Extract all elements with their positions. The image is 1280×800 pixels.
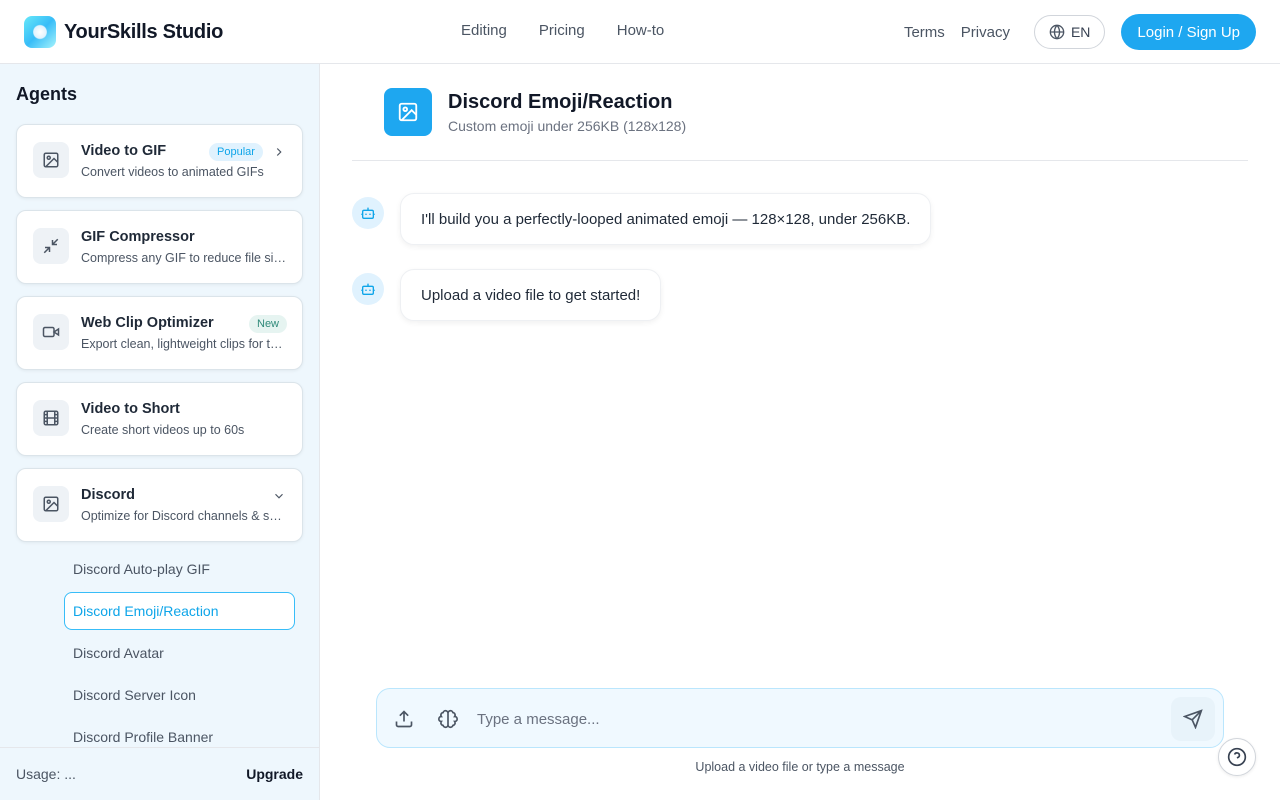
send-icon bbox=[1183, 709, 1203, 729]
nav-pricing[interactable]: Pricing bbox=[539, 22, 585, 39]
agent-card-video-to-gif[interactable]: Video to GIF Popular Convert videos to a… bbox=[16, 124, 303, 198]
brand-name: YourSkills Studio bbox=[64, 20, 223, 43]
agent-card-web-clip-optimizer[interactable]: Web Clip Optimizer New Export clean, lig… bbox=[16, 296, 303, 370]
message-composer bbox=[376, 688, 1224, 748]
upload-button[interactable] bbox=[390, 705, 418, 733]
agent-card-discord[interactable]: Discord Optimize for Discord channels & … bbox=[16, 468, 303, 542]
video-icon bbox=[33, 314, 69, 350]
agent-name: Video to Short bbox=[81, 401, 180, 417]
language-label: EN bbox=[1070, 24, 1091, 40]
agent-name: GIF Compressor bbox=[81, 229, 195, 245]
sub-item-discord-avatar[interactable]: Discord Avatar bbox=[64, 634, 295, 672]
sub-item-discord-auto-play-gif[interactable]: Discord Auto-play GIF bbox=[64, 550, 295, 588]
chat-header: Discord Emoji/Reaction Custom emoji unde… bbox=[352, 64, 1248, 161]
agent-card-gif-compressor[interactable]: GIF Compressor Compress any GIF to reduc… bbox=[16, 210, 303, 284]
help-icon bbox=[1227, 747, 1247, 767]
chat-panel: Discord Emoji/Reaction Custom emoji unde… bbox=[320, 64, 1280, 800]
agent-desc: Compress any GIF to reduce file size bbox=[81, 251, 286, 265]
bot-message: Upload a video file to get started! bbox=[400, 269, 662, 321]
agent-name: Video to GIF bbox=[81, 143, 167, 159]
privacy-link[interactable]: Privacy bbox=[961, 24, 1010, 41]
agent-name: Web Clip Optimizer bbox=[81, 315, 214, 331]
globe-icon bbox=[1049, 24, 1065, 40]
logo-icon bbox=[24, 16, 56, 48]
minimize-icon bbox=[33, 228, 69, 264]
brain-button[interactable] bbox=[434, 705, 462, 733]
chevron-right-icon bbox=[272, 145, 286, 164]
upgrade-link[interactable]: Upgrade bbox=[246, 766, 303, 782]
agent-desc: Convert videos to animated GIFs bbox=[81, 165, 264, 179]
agent-desc: Create short videos up to 60s bbox=[81, 423, 245, 437]
message-input[interactable] bbox=[477, 703, 1167, 735]
bot-message: I'll build you a perfectly-looped animat… bbox=[400, 193, 932, 245]
agent-desc: Export clean, lightweight clips for the … bbox=[81, 337, 286, 351]
chevron-down-icon bbox=[272, 489, 286, 508]
image-icon bbox=[33, 142, 69, 178]
popular-badge: Popular bbox=[209, 143, 263, 161]
bot-avatar bbox=[352, 197, 384, 229]
image-icon bbox=[33, 486, 69, 522]
agent-name: Discord bbox=[81, 487, 135, 503]
new-badge: New bbox=[249, 315, 288, 333]
send-button[interactable] bbox=[1171, 697, 1215, 741]
chat-title: Discord Emoji/Reaction bbox=[448, 91, 673, 113]
bot-icon bbox=[361, 207, 375, 219]
header-right: Terms Privacy EN Login / Sign Up bbox=[904, 14, 1256, 50]
nav-editing[interactable]: Editing bbox=[461, 22, 507, 39]
brand[interactable]: YourSkills Studio bbox=[24, 16, 223, 48]
help-button[interactable] bbox=[1218, 738, 1256, 776]
agents-sidebar: Agents Video to GIF Popular Convert vide… bbox=[0, 64, 320, 800]
sub-item-discord-server-icon[interactable]: Discord Server Icon bbox=[64, 676, 295, 714]
language-button[interactable]: EN bbox=[1033, 15, 1106, 49]
nav-how-to[interactable]: How-to bbox=[617, 22, 665, 39]
chat-subtitle: Custom emoji under 256KB (128x128) bbox=[448, 118, 687, 134]
brain-icon bbox=[438, 709, 458, 729]
bot-avatar bbox=[352, 273, 384, 305]
sub-item-discord-emoji-reaction[interactable]: Discord Emoji/Reaction bbox=[64, 592, 295, 630]
composer-hint: Upload a video file or type a message bbox=[695, 760, 905, 774]
usage-text: Usage: ... bbox=[16, 766, 76, 782]
agent-card-video-to-short[interactable]: Video to Short Create short videos up to… bbox=[16, 382, 303, 456]
main-nav: Editing Pricing How-to bbox=[461, 22, 664, 39]
login-signup-button[interactable]: Login / Sign Up bbox=[1121, 14, 1256, 50]
film-icon bbox=[33, 400, 69, 436]
bot-icon bbox=[361, 283, 375, 295]
sidebar-title: Agents bbox=[16, 84, 78, 104]
image-icon bbox=[384, 88, 432, 136]
agent-desc: Optimize for Discord channels & servers bbox=[81, 509, 286, 523]
sidebar-footer: Usage: ... Upgrade bbox=[0, 747, 319, 800]
upload-icon bbox=[395, 710, 413, 728]
terms-link[interactable]: Terms bbox=[904, 24, 945, 41]
top-header: YourSkills Studio Editing Pricing How-to… bbox=[0, 0, 1280, 64]
